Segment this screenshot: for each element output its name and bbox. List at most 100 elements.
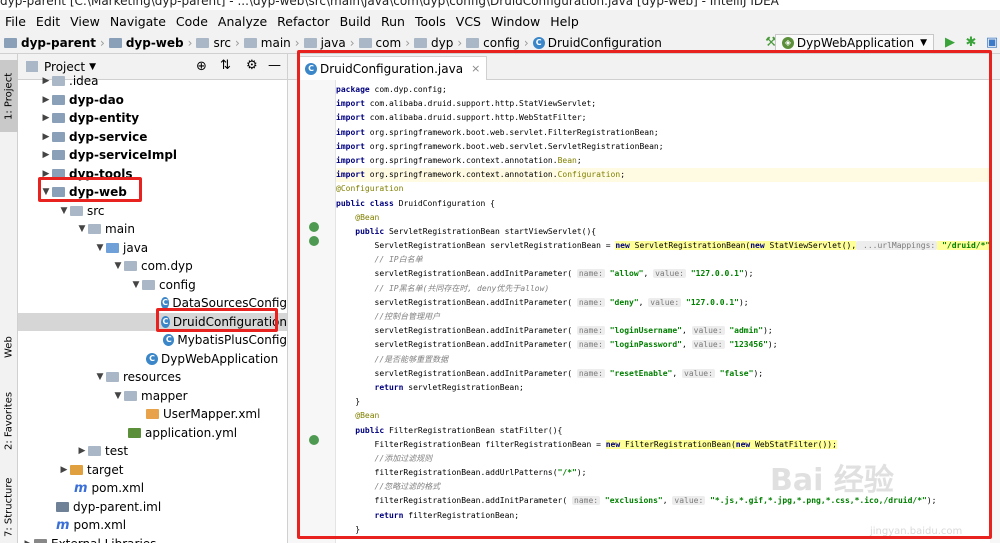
tree-item[interactable]: C DypWebApplication xyxy=(18,350,287,369)
spring-config-icon[interactable] xyxy=(309,222,319,232)
menu-item[interactable]: File xyxy=(0,14,31,29)
code-line[interactable]: filterRegistrationBean.addInitParameter(… xyxy=(336,494,1000,508)
breadcrumb-item[interactable]: src › xyxy=(196,36,240,50)
tree-item[interactable]: C DataSourcesConfig xyxy=(18,294,287,313)
menu-item[interactable]: Tools xyxy=(410,14,451,29)
tree-item[interactable]: m pom.xml xyxy=(18,516,287,535)
menu-item[interactable]: Code xyxy=(171,14,213,29)
menu-item[interactable]: Edit xyxy=(31,14,65,29)
gear-icon[interactable]: ⚙ xyxy=(246,58,258,73)
code-line[interactable]: public FilterRegistrationBean statFilter… xyxy=(336,424,1000,438)
code-line[interactable]: servletRegistrationBean.addInitParameter… xyxy=(336,367,1000,381)
breadcrumb-item[interactable]: dyp-parent › xyxy=(4,36,105,50)
code-line[interactable]: import com.alibaba.druid.support.http.St… xyxy=(336,97,1000,111)
breadcrumb-item[interactable]: main › xyxy=(243,36,300,50)
editor-scrollbar[interactable] xyxy=(990,80,1000,543)
code-line[interactable]: public ServletRegistrationBean startView… xyxy=(336,225,1000,239)
code-line[interactable]: @Bean xyxy=(336,211,1000,225)
tree-item[interactable]: dyp-parent.iml xyxy=(18,498,287,517)
breadcrumb-item[interactable]: dyp › xyxy=(414,36,462,50)
code-line[interactable]: return servletRegistrationBean; xyxy=(336,381,1000,395)
tree-item[interactable]: application.yml xyxy=(18,424,287,443)
tree-item[interactable]: ▼ src xyxy=(18,202,287,221)
menu-item[interactable]: Navigate xyxy=(105,14,171,29)
menu-item[interactable]: VCS xyxy=(451,14,486,29)
run-configuration-select[interactable]: ◈ DypWebApplication ▼ xyxy=(774,34,934,52)
tree-item[interactable]: ▼ dyp-web xyxy=(18,183,287,202)
code-line[interactable]: import org.springframework.boot.web.serv… xyxy=(336,140,1000,154)
tree-item[interactable]: UserMapper.xml xyxy=(18,405,287,424)
code-line[interactable]: @Bean xyxy=(336,409,1000,423)
chevron-right-icon[interactable]: ▶ xyxy=(76,446,88,456)
chevron-right-icon[interactable]: ▶ xyxy=(40,76,52,86)
breadcrumb-item[interactable]: com › xyxy=(358,36,410,50)
chevron-right-icon[interactable]: ▶ xyxy=(40,113,52,123)
code-line[interactable]: import org.springframework.boot.web.serv… xyxy=(336,126,1000,140)
tree-item[interactable]: ▼ java xyxy=(18,239,287,258)
code-line[interactable]: servletRegistrationBean.addInitParameter… xyxy=(336,324,1000,338)
collapse-all-icon[interactable]: ⇅ xyxy=(220,58,231,73)
tree-item[interactable]: C MybatisPlusConfig xyxy=(18,331,287,350)
tab-favorites[interactable]: 2: Favorites xyxy=(0,386,18,456)
code-line[interactable]: // IP白名单 xyxy=(336,253,1000,267)
code-area[interactable]: package com.dyp.config; import com.alibab… xyxy=(336,83,1000,543)
menu-item[interactable]: Analyze xyxy=(213,14,272,29)
breadcrumb-item[interactable]: java › xyxy=(303,36,355,50)
tree-item[interactable]: ▶ dyp-serviceImpl xyxy=(18,146,287,165)
code-line[interactable]: filterRegistrationBean.addUrlPatterns("/… xyxy=(336,466,1000,480)
tab-project[interactable]: 1: Project xyxy=(0,60,18,132)
tree-item[interactable]: m pom.xml xyxy=(18,479,287,498)
chevron-right-icon[interactable]: ▶ xyxy=(22,539,34,543)
code-line[interactable]: public class DruidConfiguration { xyxy=(336,197,1000,211)
chevron-right-icon[interactable]: ▶ xyxy=(40,150,52,160)
code-line[interactable]: import com.alibaba.druid.support.http.We… xyxy=(336,111,1000,125)
code-line[interactable]: @Configuration xyxy=(336,182,1000,196)
code-line[interactable]: servletRegistrationBean.addInitParameter… xyxy=(336,267,1000,281)
tree-item[interactable]: ▶ dyp-service xyxy=(18,128,287,147)
chevron-down-icon[interactable]: ▼ xyxy=(112,391,124,401)
tree-item[interactable]: ▼ resources xyxy=(18,368,287,387)
tree-item[interactable]: ▼ config xyxy=(18,276,287,295)
breadcrumb-item[interactable]: dyp-web › xyxy=(108,36,192,50)
run-icon[interactable]: ▶ xyxy=(942,35,958,51)
code-line[interactable]: } xyxy=(336,395,1000,409)
chevron-down-icon[interactable]: ▼ xyxy=(112,261,124,271)
code-line[interactable]: //添加过滤规则 xyxy=(336,452,1000,466)
tab-druid-configuration[interactable]: C DruidConfiguration.java × xyxy=(298,56,488,80)
tab-web[interactable]: Web xyxy=(0,332,18,362)
chevron-down-icon[interactable]: ▼ xyxy=(94,243,106,253)
spring-bean-icon[interactable] xyxy=(309,435,319,445)
hide-icon[interactable]: — xyxy=(268,58,281,73)
tree-item[interactable]: ▶ External Libraries xyxy=(18,535,287,543)
chevron-right-icon[interactable]: ▶ xyxy=(40,95,52,105)
chevron-down-icon[interactable]: ▼ xyxy=(58,206,70,216)
menu-item[interactable]: Help xyxy=(545,14,584,29)
code-line[interactable]: // IP黑名单(共同存在时, deny优先于allow) xyxy=(336,282,1000,296)
tree-item[interactable]: ▶ test xyxy=(18,442,287,461)
breadcrumb-item[interactable]: config › xyxy=(466,36,529,50)
breadcrumb-item[interactable]: C DruidConfiguration xyxy=(532,36,662,50)
code-line[interactable]: servletRegistrationBean.addInitParameter… xyxy=(336,338,1000,352)
chevron-down-icon[interactable]: ▼ xyxy=(89,62,96,72)
code-line[interactable]: ServletRegistrationBean servletRegistrat… xyxy=(336,239,1000,253)
code-line[interactable]: //忽略过滤的格式 xyxy=(336,480,1000,494)
tree-item[interactable]: C DruidConfiguration xyxy=(18,312,287,331)
code-line[interactable]: //控制台管理用户 xyxy=(336,310,1000,324)
chevron-down-icon[interactable]: ▼ xyxy=(40,187,52,197)
chevron-down-icon[interactable]: ▼ xyxy=(76,224,88,234)
tree-item[interactable]: ▶ dyp-tools xyxy=(18,165,287,184)
chevron-right-icon[interactable]: ▶ xyxy=(40,169,52,179)
chevron-right-icon[interactable]: ▶ xyxy=(58,465,70,475)
debug-icon[interactable]: ✱ xyxy=(963,35,979,51)
tab-structure[interactable]: 7: Structure xyxy=(0,474,18,540)
code-line[interactable]: import org.springframework.context.annot… xyxy=(336,154,1000,168)
menu-item[interactable]: Build xyxy=(335,14,376,29)
chevron-down-icon[interactable]: ▼ xyxy=(130,280,142,290)
editor-gutter[interactable] xyxy=(288,80,336,543)
tree-item[interactable]: ▶ target xyxy=(18,461,287,480)
menu-item[interactable]: View xyxy=(65,14,105,29)
code-line[interactable]: import org.springframework.context.annot… xyxy=(336,168,1000,183)
code-line[interactable]: package com.dyp.config; xyxy=(336,83,1000,97)
menu-item[interactable]: Run xyxy=(376,14,410,29)
close-icon[interactable]: × xyxy=(471,62,480,75)
